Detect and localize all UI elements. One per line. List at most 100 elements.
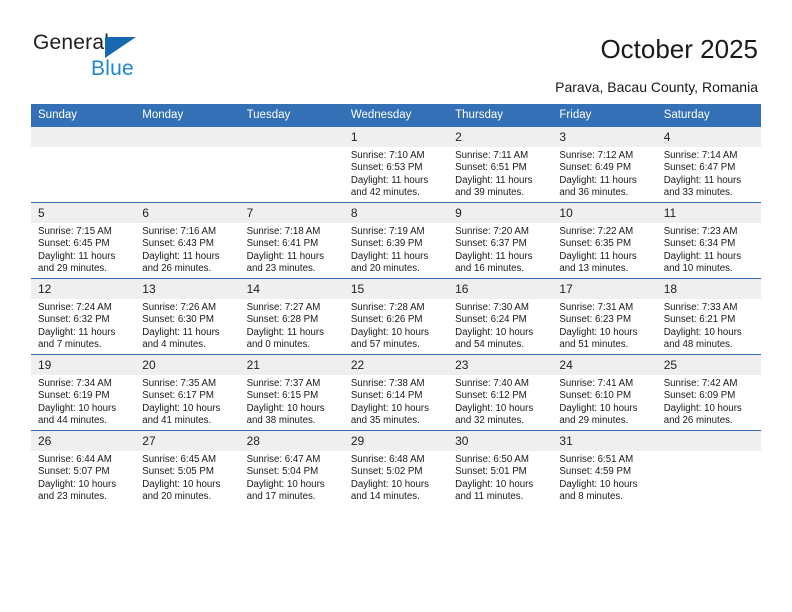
sunrise-time: Sunrise: 7:10 AM xyxy=(350,150,425,161)
calendar-day-cell[interactable]: 12 Sunrise: 7:24 AM Sunset: 6:32 PM Dayligh… xyxy=(31,278,136,355)
daylight-duration-line1: Daylight: 11 hours xyxy=(559,250,637,262)
sunset-time: Sunset: 5:02 PM xyxy=(350,466,423,478)
sunrise-time: Sunrise: 7:41 AM xyxy=(559,378,634,389)
sunrise-sunset-calendar: Sunday Monday Tuesday Wednesday Thursday… xyxy=(31,104,761,506)
day-number: 30 xyxy=(448,431,553,451)
daylight-duration-line2: and 35 minutes. xyxy=(350,415,420,427)
sunset-time: Sunset: 6:09 PM xyxy=(663,390,736,402)
day-number: 12 xyxy=(31,279,136,299)
sunset-time: Sunset: 6:23 PM xyxy=(559,314,632,326)
calendar-day-cell-empty xyxy=(239,126,344,203)
sunset-time: Sunset: 5:01 PM xyxy=(455,466,527,478)
daylight-duration-line2: and 29 minutes. xyxy=(559,415,629,427)
daylight-duration-line2: and 20 minutes. xyxy=(350,263,420,275)
sunset-time: Sunset: 5:04 PM xyxy=(246,466,319,478)
weekday-header-saturday: Saturday xyxy=(656,104,761,127)
calendar-day-cell[interactable]: 18 Sunrise: 7:33 AM Sunset: 6:21 PM Dayligh… xyxy=(656,278,761,355)
daylight-duration-line1: Daylight: 10 hours xyxy=(559,326,638,338)
day-number: 31 xyxy=(552,431,657,451)
daylight-duration-line1: Daylight: 10 hours xyxy=(455,478,534,490)
calendar-day-cell[interactable]: 14 Sunrise: 7:27 AM Sunset: 6:28 PM Dayligh… xyxy=(239,278,344,355)
calendar-day-cell[interactable]: 5 Sunrise: 7:15 AM Sunset: 6:45 PM Daylight… xyxy=(31,202,136,279)
calendar-day-cell[interactable]: 20 Sunrise: 7:35 AM Sunset: 6:17 PM Dayligh… xyxy=(135,354,240,431)
calendar-day-cell[interactable]: 8 Sunrise: 7:19 AM Sunset: 6:39 PM Daylight… xyxy=(343,202,449,279)
sunrise-time: Sunrise: 7:20 AM xyxy=(455,226,529,237)
daylight-duration-line1: Daylight: 10 hours xyxy=(246,402,325,414)
sunrise-time: Sunrise: 7:34 AM xyxy=(38,378,112,389)
daylight-duration-line2: and 8 minutes. xyxy=(559,491,623,503)
calendar-day-cell[interactable]: 25 Sunrise: 7:42 AM Sunset: 6:09 PM Dayligh… xyxy=(656,354,761,431)
sunrise-time: Sunrise: 7:40 AM xyxy=(455,378,529,389)
day-number: 9 xyxy=(448,203,553,223)
sunset-time: Sunset: 6:39 PM xyxy=(350,238,423,250)
day-details: Sunrise: 7:27 AM Sunset: 6:28 PM Daylight:… xyxy=(240,299,344,352)
calendar-day-cell[interactable]: 28 Sunrise: 6:47 AM Sunset: 5:04 PM Dayligh… xyxy=(239,430,344,506)
calendar-day-cell[interactable]: 21 Sunrise: 7:37 AM Sunset: 6:15 PM Dayligh… xyxy=(239,354,344,431)
calendar-day-cell[interactable]: 7 Sunrise: 7:18 AM Sunset: 6:41 PM Daylight… xyxy=(239,202,344,279)
calendar-day-cell[interactable]: 1 Sunrise: 7:10 AM Sunset: 6:53 PM Daylight… xyxy=(343,126,449,203)
calendar-day-cell[interactable]: 4 Sunrise: 7:14 AM Sunset: 6:47 PM Daylight… xyxy=(656,126,761,203)
sunrise-time: Sunrise: 7:24 AM xyxy=(38,302,112,313)
day-details: Sunrise: 7:19 AM Sunset: 6:39 PM Daylight:… xyxy=(344,223,448,276)
daylight-duration-line1: Daylight: 11 hours xyxy=(142,326,220,338)
calendar-day-cell[interactable]: 13 Sunrise: 7:26 AM Sunset: 6:30 PM Dayligh… xyxy=(135,278,240,355)
general-blue-logo: General Blue xyxy=(33,31,163,83)
calendar-day-cell[interactable]: 24 Sunrise: 7:41 AM Sunset: 6:10 PM Dayligh… xyxy=(552,354,657,431)
day-details: Sunrise: 6:48 AM Sunset: 5:02 PM Daylight:… xyxy=(344,451,448,504)
sunset-time: Sunset: 6:41 PM xyxy=(246,238,319,250)
day-details: Sunrise: 7:23 AM Sunset: 6:34 PM Daylight:… xyxy=(657,223,761,276)
calendar-day-cell[interactable]: 17 Sunrise: 7:31 AM Sunset: 6:23 PM Dayligh… xyxy=(552,278,657,355)
calendar-day-cell-empty xyxy=(135,126,240,203)
sunrise-time: Sunrise: 7:16 AM xyxy=(142,226,217,237)
logo-text-general: General xyxy=(33,31,110,54)
sunset-time: Sunset: 4:59 PM xyxy=(559,466,632,478)
sunrise-time: Sunrise: 7:12 AM xyxy=(559,150,634,161)
daylight-duration-line1: Daylight: 10 hours xyxy=(142,478,221,490)
calendar-day-cell[interactable]: 30 Sunrise: 6:50 AM Sunset: 5:01 PM Dayligh… xyxy=(448,430,553,506)
daylight-duration-line2: and 41 minutes. xyxy=(142,415,212,427)
sunrise-time: Sunrise: 6:50 AM xyxy=(455,454,529,465)
daylight-duration-line1: Daylight: 11 hours xyxy=(38,326,116,338)
sunrise-time: Sunrise: 7:38 AM xyxy=(350,378,425,389)
weekday-header-monday: Monday xyxy=(135,104,240,127)
calendar-day-cell[interactable]: 16 Sunrise: 7:30 AM Sunset: 6:24 PM Dayligh… xyxy=(448,278,553,355)
day-details: Sunrise: 7:10 AM Sunset: 6:53 PM Daylight:… xyxy=(344,147,448,200)
daylight-duration-line1: Daylight: 10 hours xyxy=(455,402,534,414)
daylight-duration-line2: and 0 minutes. xyxy=(246,339,311,351)
sunset-time: Sunset: 6:10 PM xyxy=(559,390,632,402)
calendar-day-cell[interactable]: 19 Sunrise: 7:34 AM Sunset: 6:19 PM Dayligh… xyxy=(31,354,136,431)
calendar-day-cell[interactable]: 2 Sunrise: 7:11 AM Sunset: 6:51 PM Daylight… xyxy=(448,126,553,203)
calendar-day-cell[interactable]: 23 Sunrise: 7:40 AM Sunset: 6:12 PM Dayligh… xyxy=(448,354,553,431)
calendar-week-row: 26 Sunrise: 6:44 AM Sunset: 5:07 PM Dayligh… xyxy=(31,430,761,506)
day-details: Sunrise: 7:37 AM Sunset: 6:15 PM Daylight:… xyxy=(240,375,344,428)
calendar-day-cell[interactable]: 27 Sunrise: 6:45 AM Sunset: 5:05 PM Dayligh… xyxy=(135,430,240,506)
day-details: Sunrise: 7:35 AM Sunset: 6:17 PM Daylight:… xyxy=(135,375,239,428)
calendar-day-cell[interactable]: 29 Sunrise: 6:48 AM Sunset: 5:02 PM Dayligh… xyxy=(343,430,449,506)
day-number xyxy=(135,127,240,147)
day-details: Sunrise: 7:40 AM Sunset: 6:12 PM Daylight:… xyxy=(448,375,552,428)
daylight-duration-line1: Daylight: 10 hours xyxy=(350,402,429,414)
day-details: Sunrise: 7:28 AM Sunset: 6:26 PM Daylight:… xyxy=(344,299,448,352)
weekday-header-thursday: Thursday xyxy=(448,104,553,127)
day-details: Sunrise: 7:26 AM Sunset: 6:30 PM Daylight:… xyxy=(135,299,239,352)
calendar-day-cell[interactable]: 26 Sunrise: 6:44 AM Sunset: 5:07 PM Dayligh… xyxy=(31,430,136,506)
day-details: Sunrise: 7:16 AM Sunset: 6:43 PM Daylight:… xyxy=(135,223,239,276)
calendar-day-cell[interactable]: 9 Sunrise: 7:20 AM Sunset: 6:37 PM Daylight… xyxy=(448,202,553,279)
calendar-day-cell[interactable]: 22 Sunrise: 7:38 AM Sunset: 6:14 PM Dayligh… xyxy=(343,354,449,431)
sunset-time: Sunset: 6:28 PM xyxy=(246,314,319,326)
daylight-duration-line1: Daylight: 11 hours xyxy=(350,250,429,262)
calendar-day-cell[interactable]: 10 Sunrise: 7:22 AM Sunset: 6:35 PM Dayligh… xyxy=(552,202,657,279)
calendar-day-cell[interactable]: 15 Sunrise: 7:28 AM Sunset: 6:26 PM Dayligh… xyxy=(343,278,449,355)
calendar-day-cell[interactable]: 31 Sunrise: 6:51 AM Sunset: 4:59 PM Dayligh… xyxy=(552,430,657,506)
calendar-day-cell[interactable]: 6 Sunrise: 7:16 AM Sunset: 6:43 PM Daylight… xyxy=(135,202,240,279)
day-number: 11 xyxy=(656,203,761,223)
daylight-duration-line2: and 10 minutes. xyxy=(663,263,733,275)
day-number: 26 xyxy=(31,431,136,451)
sunrise-time: Sunrise: 6:51 AM xyxy=(559,454,634,465)
sunrise-time: Sunrise: 7:14 AM xyxy=(663,150,738,161)
daylight-duration-line1: Daylight: 10 hours xyxy=(350,478,429,490)
calendar-day-cell[interactable]: 3 Sunrise: 7:12 AM Sunset: 6:49 PM Daylight… xyxy=(552,126,657,203)
daylight-duration-line2: and 48 minutes. xyxy=(663,339,733,351)
calendar-day-cell[interactable]: 11 Sunrise: 7:23 AM Sunset: 6:34 PM Dayligh… xyxy=(656,202,761,279)
sunset-time: Sunset: 6:37 PM xyxy=(455,238,527,250)
